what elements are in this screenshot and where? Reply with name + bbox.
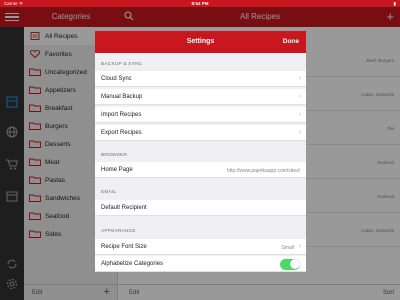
section-browser: BROWSER <box>101 153 128 158</box>
manual-backup-cell[interactable]: Manual Backup › <box>95 89 306 105</box>
export-recipes-label: Export Recipes <box>101 130 142 136</box>
manual-backup-label: Manual Backup <box>101 94 143 100</box>
chevron-right-icon: › <box>298 93 301 100</box>
status-bar: Carrier ᯤ 8:54 PM ▮ <box>0 0 400 7</box>
chevron-right-icon: › <box>298 243 301 250</box>
section-backup-sync: BACKUP & SYNC <box>101 62 143 67</box>
chevron-right-icon: › <box>298 75 301 82</box>
recipe-font-size-value: Small <box>281 244 294 251</box>
cloud-sync-cell[interactable]: Cloud Sync › <box>95 71 306 87</box>
done-button[interactable]: Done <box>283 38 299 45</box>
settings-modal: Settings Done BACKUP & SYNC Cloud Sync ›… <box>95 31 306 272</box>
section-appearance: APPEARANCE <box>101 229 136 234</box>
alphabetize-categories-label: Alphabetize Categories <box>101 261 164 267</box>
chevron-right-icon: › <box>298 129 301 136</box>
home-page-label: Home Page <box>101 167 133 173</box>
settings-title: Settings <box>186 38 215 45</box>
import-recipes-cell[interactable]: Import Recipes › <box>95 107 306 123</box>
clock-label: 8:54 PM <box>191 1 209 6</box>
export-recipes-cell[interactable]: Export Recipes › <box>95 125 306 141</box>
home-page-value: http://www.paprikaapp.com/sites/ <box>226 167 300 174</box>
default-recipient-cell[interactable]: Default Recipient <box>95 200 306 216</box>
cloud-sync-label: Cloud Sync <box>101 76 132 82</box>
home-page-cell[interactable]: Home Page http://www.paprikaapp.com/site… <box>95 162 306 178</box>
toggle-knob <box>289 259 300 269</box>
import-recipes-label: Import Recipes <box>101 112 142 118</box>
default-recipient-label: Default Recipient <box>101 205 147 211</box>
section-email: EMAIL <box>101 190 117 195</box>
recipe-font-size-cell[interactable]: Recipe Font Size Small › <box>95 239 306 255</box>
settings-header: Settings Done <box>95 31 306 53</box>
chevron-right-icon: › <box>298 111 301 118</box>
alphabetize-toggle[interactable] <box>280 258 300 270</box>
alphabetize-categories-cell: Alphabetize Categories <box>95 256 306 272</box>
recipe-font-size-label: Recipe Font Size <box>101 244 147 250</box>
